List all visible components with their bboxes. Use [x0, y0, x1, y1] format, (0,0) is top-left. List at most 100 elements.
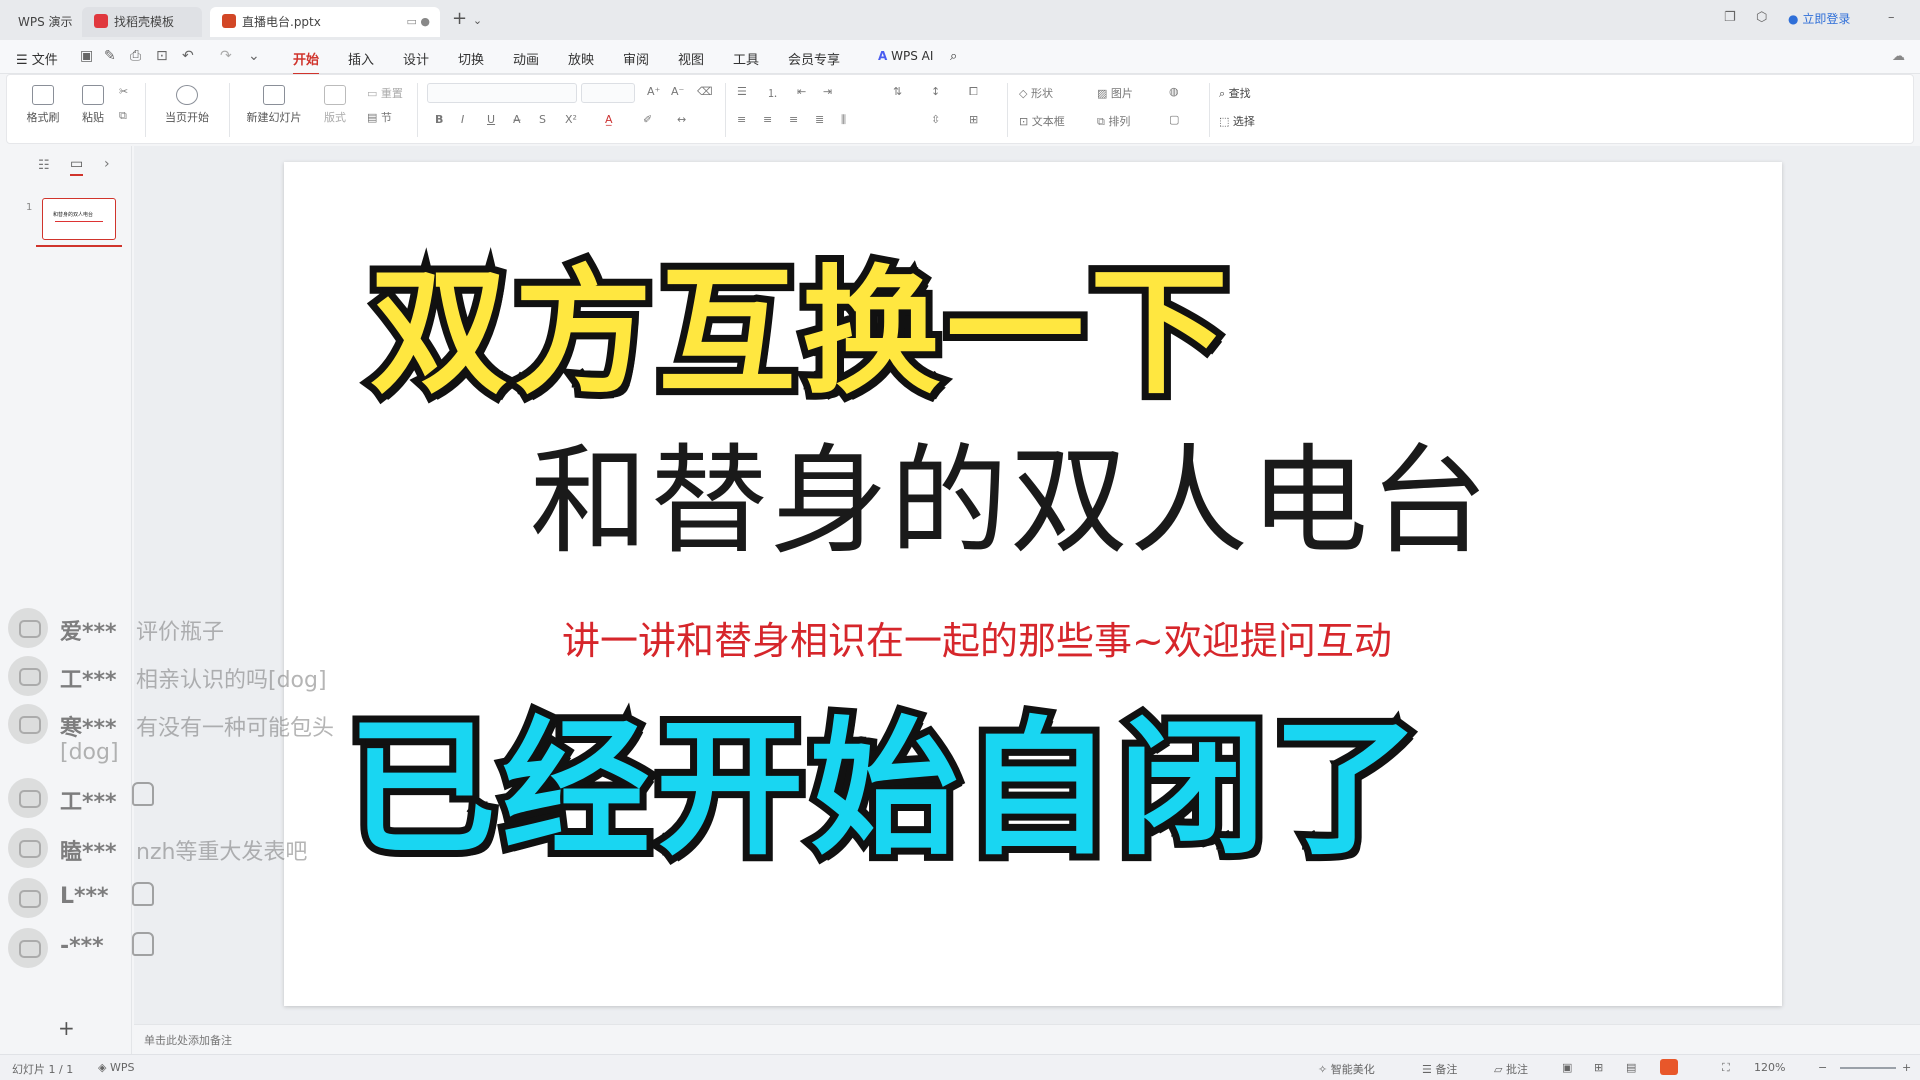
find-button[interactable]: ⌕ 查找 — [1219, 85, 1251, 101]
increase-indent-icon[interactable]: ⇥ — [823, 85, 832, 98]
font-family-select[interactable] — [427, 83, 577, 103]
fill-icon[interactable]: ◍ — [1169, 85, 1179, 98]
play-from-current-button[interactable]: 当页开始 — [157, 85, 217, 125]
slide-sorter-icon[interactable]: ⊞ — [1594, 1061, 1603, 1074]
document-tab[interactable]: 直播电台.pptx ▭ ● — [210, 7, 440, 37]
tab-design[interactable]: 设计 — [403, 49, 429, 68]
bullet-list-icon[interactable]: ☰ — [737, 85, 747, 98]
convert-smartart-icon[interactable]: ⧠ — [969, 85, 978, 99]
shrink-font-icon[interactable]: A⁻ — [671, 85, 684, 98]
avatar — [8, 704, 48, 744]
reset-button[interactable]: ▭ 重置 — [367, 85, 403, 101]
cloud-icon[interactable]: ☁ — [1892, 49, 1905, 64]
format-painter-button[interactable]: 格式刷 — [23, 85, 63, 125]
justify-icon[interactable]: ≣ — [815, 113, 824, 126]
new-tab-button[interactable]: + ⌄ — [452, 8, 482, 29]
tab-insert[interactable]: 插入 — [348, 49, 374, 68]
shape-button[interactable]: ◇ 形状 — [1019, 85, 1053, 101]
collapse-panel-icon[interactable]: › — [104, 156, 110, 172]
tab-home[interactable]: 开始 — [293, 49, 320, 75]
align-left-icon[interactable]: ≡ — [737, 113, 746, 126]
tab-tools[interactable]: 工具 — [733, 49, 759, 68]
zoom-out-icon[interactable]: − — [1818, 1061, 1827, 1074]
brush-icon[interactable]: ✎ — [104, 48, 116, 64]
shadow-button[interactable]: S — [539, 113, 546, 126]
text-effects-icon[interactable]: ⊞ — [969, 113, 978, 126]
thumbnail-view-icon[interactable]: ▭ — [70, 156, 84, 176]
bold-button[interactable]: B — [435, 113, 443, 126]
superscript-icon[interactable]: X² — [565, 113, 577, 126]
fit-window-icon[interactable]: ⛶ — [1722, 1061, 1730, 1075]
strikethrough-icon[interactable]: A̶ — [513, 113, 521, 126]
ribbon-separator — [1209, 83, 1210, 137]
wps-ai-button[interactable]: A WPS AI — [878, 49, 933, 63]
ribbon-separator — [145, 83, 146, 137]
numbered-list-icon[interactable]: ⒈ — [767, 85, 778, 101]
align-center-icon[interactable]: ≡ — [763, 113, 772, 126]
search-icon[interactable]: ⌕ — [950, 49, 957, 64]
reading-view-icon[interactable]: ▤ — [1626, 1061, 1636, 1074]
align-right-icon[interactable]: ≡ — [789, 113, 798, 126]
slide-title[interactable]: 和替身的双人电台 — [530, 405, 1490, 576]
grow-font-icon[interactable]: A⁺ — [647, 85, 660, 98]
file-menu[interactable]: ☰ 文件 — [16, 49, 58, 68]
picture-button[interactable]: ▨ 图片 — [1097, 85, 1133, 101]
smart-beautify-button[interactable]: ✧ 智能美化 — [1318, 1061, 1375, 1077]
login-button[interactable]: ● 立即登录 — [1788, 10, 1850, 27]
decrease-indent-icon[interactable]: ⇤ — [797, 85, 806, 98]
zoom-slider[interactable] — [1840, 1067, 1896, 1069]
play-slideshow-icon[interactable] — [1660, 1059, 1678, 1075]
outline-view-icon[interactable]: ☷ — [38, 158, 50, 173]
cut-icon[interactable]: ✂ — [119, 85, 128, 98]
text-direction-icon[interactable]: ⇅ — [893, 85, 902, 98]
print-icon[interactable]: ⎙ — [130, 48, 141, 64]
italic-button[interactable]: I — [461, 113, 464, 126]
zoom-in-icon[interactable]: + — [1902, 1061, 1911, 1074]
underline-button[interactable]: U — [487, 113, 495, 126]
chat-message: -*** — [8, 926, 428, 970]
outline-icon[interactable]: ▢ — [1169, 113, 1179, 126]
select-button[interactable]: ⬚ 选择 — [1219, 113, 1255, 129]
slide-thumbnail[interactable]: 和替身的双人电台 — [42, 198, 116, 240]
notes-pane[interactable]: 单击此处添加备注 — [134, 1024, 1920, 1054]
undo-icon[interactable]: ↶ — [182, 48, 194, 64]
notes-button[interactable]: ☰ 备注 — [1422, 1061, 1457, 1077]
tab-view[interactable]: 视图 — [678, 49, 704, 68]
comments-button[interactable]: ▱ 批注 — [1494, 1061, 1528, 1077]
minimize-button[interactable]: – — [1888, 10, 1895, 25]
section-button[interactable]: ▤ 节 — [367, 109, 392, 125]
font-size-select[interactable] — [581, 83, 635, 103]
redo-icon[interactable]: ↷ — [220, 48, 232, 64]
tab-animation[interactable]: 动画 — [513, 49, 539, 68]
paste-button[interactable]: 粘贴 — [73, 85, 113, 125]
tab-close-icon[interactable]: ▭ ● — [407, 7, 431, 37]
line-spacing-icon[interactable]: ↕ — [931, 85, 940, 98]
app-tab[interactable]: WPS 演示 — [6, 7, 78, 37]
save-icon[interactable]: ▣ — [80, 48, 93, 64]
highlight-icon[interactable]: ✐ — [643, 113, 652, 126]
window-layout-icon[interactable]: ❐ — [1724, 10, 1736, 25]
slide-subtitle[interactable]: 讲一讲和替身相识在一起的那些事~欢迎提问互动 — [562, 610, 1392, 665]
columns-icon[interactable]: ⫼ — [841, 113, 846, 127]
font-color-icon[interactable]: A̲ — [605, 113, 613, 126]
new-slide-button[interactable]: 新建幻灯片 — [239, 85, 309, 125]
theme-name[interactable]: ◈ WPS — [98, 1061, 134, 1074]
arrange-button[interactable]: ⧉ 排列 — [1097, 113, 1130, 129]
copy-icon[interactable]: ⧉ — [119, 109, 127, 123]
add-slide-button[interactable]: + — [58, 1016, 75, 1040]
tab-review[interactable]: 审阅 — [623, 49, 649, 68]
layout-button[interactable]: 版式 — [315, 85, 355, 125]
char-spacing-icon[interactable]: ↔ — [677, 113, 686, 126]
tab-member[interactable]: 会员专享 — [788, 49, 840, 68]
textbox-button[interactable]: ⊡ 文本框 — [1019, 113, 1065, 129]
vertical-align-icon[interactable]: ⇳ — [931, 113, 940, 126]
tab-transition[interactable]: 切换 — [458, 49, 484, 68]
normal-view-icon[interactable]: ▣ — [1562, 1061, 1572, 1074]
more-chevron-icon[interactable]: ⌄ — [248, 48, 260, 64]
clear-format-icon[interactable]: ⌫ — [697, 85, 713, 98]
zoom-level[interactable]: 120% — [1754, 1061, 1785, 1074]
template-tab[interactable]: 找稻壳模板 — [82, 7, 202, 37]
tab-slideshow[interactable]: 放映 — [568, 49, 594, 68]
cube-icon[interactable]: ⬡ — [1756, 10, 1767, 25]
preview-icon[interactable]: ⊡ — [156, 48, 168, 64]
